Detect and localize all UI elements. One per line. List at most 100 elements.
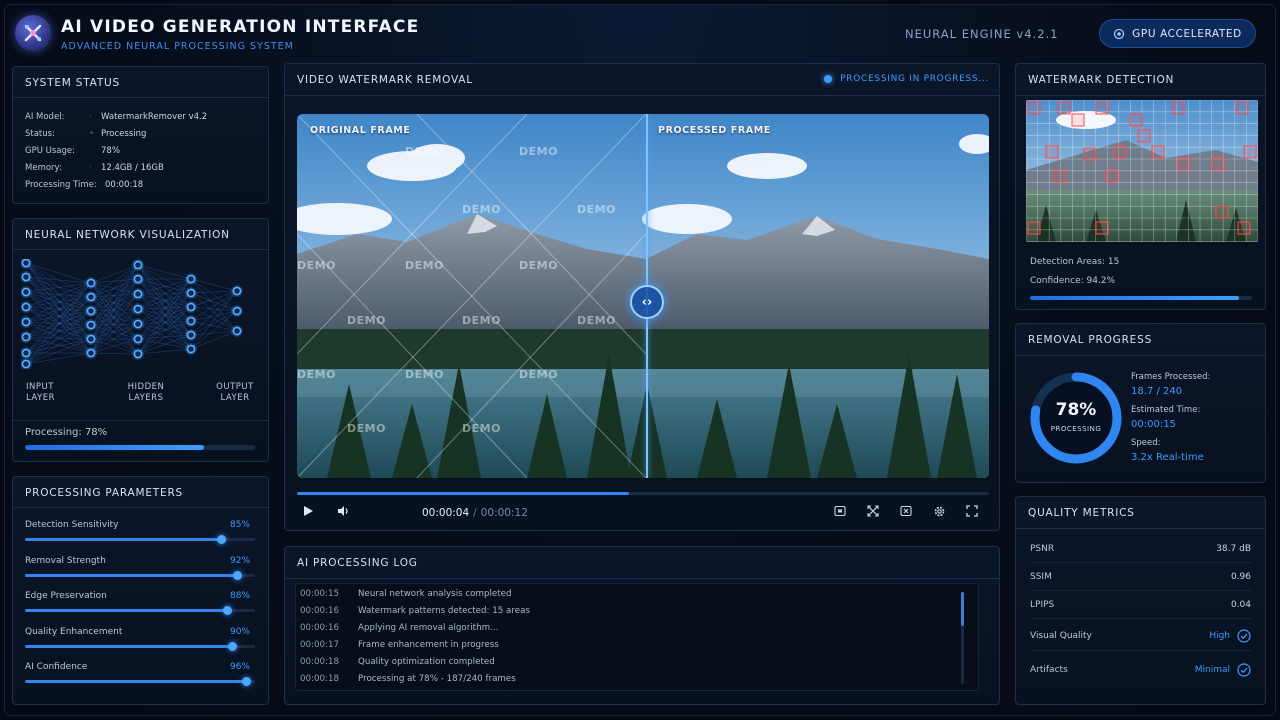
nn-node [186, 274, 196, 284]
nn-node [21, 272, 31, 282]
compare-slider-handle[interactable]: ‹› [630, 285, 664, 319]
status-value: 78% [101, 146, 120, 156]
param-value: 92% [229, 555, 250, 566]
param-name: Quality Enhancement [25, 626, 123, 637]
param-slider[interactable] [25, 570, 255, 580]
param-slider[interactable] [25, 606, 255, 615]
detection-box [1045, 145, 1059, 159]
metric-value-text: Minimal [1194, 665, 1230, 675]
nn-node [21, 259, 31, 268]
metric-value: 38.7 dB [1216, 543, 1251, 554]
log-message: Neural network analysis completed [358, 589, 512, 599]
log-scroll-thumb[interactable] [961, 592, 964, 626]
detection-box [1129, 113, 1143, 127]
app-subtitle: ADVANCED NEURAL PROCESSING SYSTEM [61, 41, 294, 52]
watermark-detection-panel: WATERMARK DETECTION Detection Areas: 15 [1015, 63, 1266, 310]
status-row-status: Status: • Processing [25, 129, 147, 139]
timeline-progress [297, 492, 630, 495]
detection-box [1053, 169, 1067, 183]
metric-visual-quality: Visual Quality High [1030, 621, 1251, 651]
detection-box [1095, 101, 1109, 115]
detection-box [1137, 129, 1151, 143]
log-entry: 00:00:16 Watermark patterns detected: 15 … [300, 606, 530, 616]
gear-icon [934, 506, 944, 516]
log-message: Watermark patterns detected: 15 areas [358, 606, 530, 616]
frames-value: 18.7 / 240 [1131, 386, 1183, 397]
nn-node [186, 330, 196, 340]
fullscreen-button[interactable] [963, 502, 981, 520]
expand-arrows-icon [867, 505, 879, 517]
param-slider[interactable] [25, 535, 255, 544]
slider-knob[interactable] [232, 570, 242, 580]
quality-metrics-panel: QUALITY METRICS PSNR 38.7 dB SSIM 0.96 L… [1015, 496, 1266, 705]
detection-box [1095, 221, 1109, 235]
neural-network-panel: NEURAL NETWORK VISUALIZATION INPUT LAYER… [12, 218, 269, 462]
metric-psnr: PSNR 38.7 dB [1030, 535, 1251, 563]
frames-label: Frames Processed: [1131, 372, 1211, 382]
nn-node [133, 319, 143, 329]
status-row-memory: Memory: · 12.4GB / 16GB [25, 163, 164, 173]
metric-name: Artifacts [1030, 665, 1068, 675]
hidden-layers-label: HIDDEN LAYERS [127, 382, 165, 404]
metric-value: High [1209, 628, 1251, 643]
status-value: 00:00:18 [105, 180, 144, 190]
video-compare-viewport[interactable]: DEMO DEMO DEMO DEMO DEMO DEMO DEMO DEMO DEMO DEMO… [297, 114, 989, 478]
nn-node [21, 302, 31, 312]
demo-watermark: DEMO [519, 368, 558, 381]
slider-fill [25, 538, 221, 541]
video-status-text: PROCESSING IN PROGRESS... [840, 74, 989, 84]
nn-connection [190, 290, 238, 336]
slider-knob[interactable] [216, 535, 226, 544]
log-message: Applying AI removal algorithm... [358, 623, 499, 633]
play-button[interactable] [299, 502, 317, 520]
pip-button[interactable] [897, 502, 915, 520]
nn-node [186, 288, 196, 298]
nn-connection [190, 278, 238, 292]
log-entry: 00:00:15 Neural network analysis complete… [300, 589, 512, 599]
status-key: AI Model: [25, 112, 65, 122]
detection-box [1083, 147, 1097, 161]
nn-node [21, 348, 31, 358]
detection-box [1027, 221, 1041, 235]
demo-watermark: DEMO [405, 145, 444, 158]
metric-ssim: SSIM 0.96 [1030, 563, 1251, 591]
confidence-fill [1030, 296, 1240, 300]
video-title: VIDEO WATERMARK REMOVAL [297, 74, 473, 86]
slider-knob[interactable] [223, 606, 233, 615]
gpu-accelerated-button[interactable]: GPU ACCELERATED [1099, 19, 1256, 48]
demo-watermark: DEMO [462, 314, 501, 327]
param-slider[interactable] [25, 641, 255, 651]
processed-frame-label: PROCESSED FRAME [658, 125, 771, 136]
demo-watermark: DEMO [577, 314, 616, 327]
chip-icon [1114, 28, 1125, 39]
crop-button[interactable] [864, 502, 882, 520]
metric-name: LPIPS [1030, 599, 1055, 610]
volume-button[interactable] [335, 502, 353, 520]
video-timeline[interactable] [297, 492, 989, 495]
log-list[interactable]: 00:00:15 Neural network analysis complete… [295, 583, 979, 691]
nn-node [86, 320, 96, 330]
nn-node [232, 286, 242, 296]
status-row-model: AI Model: · WatermarkRemover v4.2 [25, 112, 208, 122]
detection-confidence: Confidence: 94.2% [1030, 276, 1116, 286]
nn-node [21, 332, 31, 342]
demo-watermark: DEMO [297, 368, 336, 381]
status-value: 12.4GB / 16GB [101, 163, 164, 173]
slider-knob[interactable] [228, 641, 237, 651]
status-row-time: Processing Time: 00:00:18 [25, 180, 143, 190]
slider-knob[interactable] [241, 677, 251, 686]
app-logo [15, 15, 51, 51]
log-entry: 00:00:18 Quality optimization completed [300, 657, 495, 667]
log-entry: 00:00:16 Applying AI removal algorithm... [300, 623, 498, 633]
system-status-panel: SYSTEM STATUS AI Model: · WatermarkRemover… [12, 66, 269, 204]
log-scrollbar[interactable] [961, 592, 964, 684]
metric-value: Minimal [1195, 663, 1251, 677]
nn-node [232, 326, 242, 336]
detection-box [1235, 101, 1249, 115]
subtitles-button[interactable] [831, 502, 849, 520]
demo-watermark: DEMO [519, 145, 558, 158]
param-slider[interactable] [25, 677, 255, 686]
settings-button[interactable] [930, 502, 948, 520]
status-row-gpu: GPU Usage: 78% [25, 146, 120, 156]
system-status-title: SYSTEM STATUS [25, 77, 120, 89]
